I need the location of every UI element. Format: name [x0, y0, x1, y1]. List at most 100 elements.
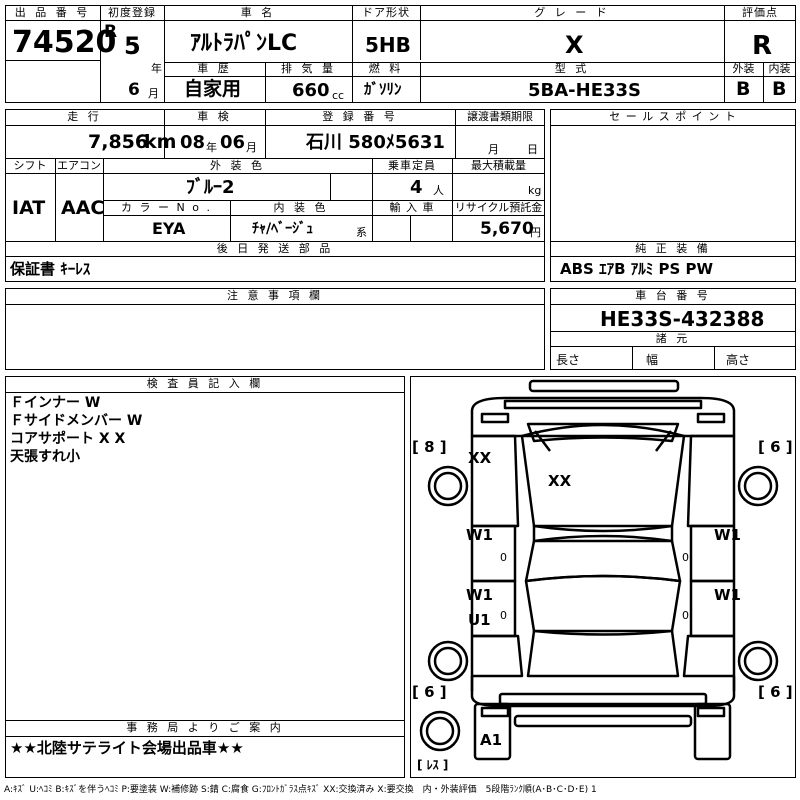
kg-unit: kg — [528, 184, 542, 197]
exterior-label: 外装 — [732, 62, 755, 75]
color-no-label: カ ラ ー N o . — [121, 201, 212, 214]
capacity-value: 4 — [410, 177, 423, 198]
office-note: ★★北陸サテライト会場出品車★★ — [10, 739, 244, 757]
cc-unit: cc — [332, 89, 345, 102]
displacement-label: 排 気 量 — [281, 62, 336, 75]
insp-month-unit: 月 — [246, 141, 257, 154]
shift-label: シフト — [13, 159, 47, 172]
chassis-value: HE33S-432388 — [600, 307, 765, 331]
tag-right-bottom: [ 6 ] — [758, 683, 793, 701]
reg-year-value: 5 — [124, 32, 141, 60]
person-unit: 人 — [433, 184, 444, 197]
mileage-label: 走 行 — [67, 110, 102, 123]
later-parts-value: 保証書 ｷｰﾚｽ — [10, 260, 91, 278]
office-label: 事 務 局 よ り ご 案 内 — [126, 721, 284, 734]
mark-zero-r1: 0 — [682, 551, 689, 564]
max-load-label: 最大積載量 — [471, 159, 526, 172]
recycle-label: リサイクル預託金 — [454, 201, 543, 214]
year-unit: 年 — [151, 62, 162, 75]
int-color-label: 内 装 色 — [273, 201, 329, 214]
reg-no-value: 石川 580ﾒ5631 — [306, 132, 445, 153]
height-label: 高さ — [726, 353, 751, 367]
interior-label: 内装 — [768, 62, 791, 75]
inspector-label: 検 査 員 記 入 欄 — [146, 377, 264, 390]
lot-no-value: 74520 — [12, 25, 117, 60]
interior-value: B — [772, 78, 787, 100]
transfer-day-unit: 日 — [527, 143, 538, 156]
yen-unit: 円 — [530, 226, 541, 239]
aircon-label: エアコン — [57, 159, 101, 172]
month-unit: 月 — [148, 87, 159, 100]
transfer-month-unit: 月 — [488, 143, 499, 156]
caution-label: 注 意 事 項 欄 — [227, 289, 323, 302]
length-label: 長さ — [556, 353, 581, 367]
car-name-label: 車 名 — [240, 6, 276, 19]
mark-zero-l2: 0 — [500, 609, 507, 622]
int-color-value: ﾁｬ/ﾍﾞｰｼﾞｭ — [252, 221, 314, 237]
tag-left-bottom: [ 6 ] — [412, 683, 447, 701]
mark-xx-left: XX — [468, 449, 492, 467]
score-label: 評価点 — [742, 6, 778, 19]
grade-value: X — [565, 31, 584, 59]
chassis-label: 車 台 番 号 — [635, 289, 711, 302]
sales-point-label: セ ー ル ス ポ イ ン ト — [609, 110, 737, 123]
inspector-note-2: Ｆサイドメンバー W — [10, 413, 143, 429]
car-name-value: ｱﾙﾄﾗﾊﾟﾝLC — [190, 31, 298, 56]
legend: A:ｷｽﾞ U:ﾍｺﾐ B:ｷｽﾞを伴うﾍｺﾐ P:要塗装 W:補修跡 S:錆 … — [4, 785, 597, 795]
era-value: R — [104, 22, 118, 42]
recycle-value: 5,670 — [480, 219, 534, 239]
specs-label: 諸 元 — [655, 332, 691, 345]
mark-u1: U1 — [468, 611, 491, 629]
grade-label: グ レ ー ド — [534, 6, 610, 19]
equipment-label: 純 正 装 備 — [635, 242, 711, 255]
reg-no-label: 登 録 番 号 — [322, 110, 398, 123]
door-value: 5HB — [365, 33, 411, 57]
insp-year-value: 08 — [180, 132, 206, 153]
transfer-label: 譲渡書類期限 — [467, 110, 533, 123]
mark-w1-rf: W1 — [714, 526, 741, 544]
tag-bottom: [ ﾚｽ ] — [417, 758, 449, 772]
mileage-value: 7,856 — [88, 131, 149, 153]
insp-month-value: 06 — [220, 132, 246, 153]
later-parts-label: 後 日 発 送 部 品 — [216, 242, 334, 255]
tag-right-top: [ 6 ] — [758, 438, 793, 456]
import-label: 輸 入 車 — [389, 201, 435, 214]
equipment-value: ABS ｴｱB ｱﾙﾐ PS PW — [560, 260, 714, 278]
first-reg-label: 初度登録 — [108, 6, 156, 19]
lot-no-label: 出 品 番 号 — [14, 6, 91, 19]
mark-xx-center: XX — [548, 472, 572, 490]
tag-left-top: [ 8 ] — [412, 438, 447, 456]
inspection-label: 車 検 — [197, 110, 232, 123]
model-label: 型 式 — [554, 62, 590, 75]
car-body-diagram — [419, 379, 779, 761]
aircon-value: AAC — [61, 197, 105, 219]
shift-value: IAT — [12, 197, 46, 219]
insp-year-unit: 年 — [206, 141, 217, 154]
width-label: 幅 — [646, 353, 659, 367]
mark-zero-r2: 0 — [682, 609, 689, 622]
mark-w1-lr: W1 — [466, 586, 493, 604]
ext-color-label: 外 装 色 — [210, 159, 265, 172]
reg-month-value: 6 — [128, 80, 140, 100]
inspector-note-3: コアサポート X X — [10, 431, 126, 447]
km-unit: km — [144, 131, 177, 153]
fuel-label: 燃 料 — [368, 62, 404, 75]
score-value: R — [752, 31, 773, 61]
history-label: 車 歴 — [197, 62, 232, 75]
fuel-value: ｶﾞｿﾘﾝ — [364, 80, 402, 98]
door-label: ドア形状 — [362, 6, 410, 19]
mark-w1-rr: W1 — [714, 586, 741, 604]
capacity-label: 乗車定員 — [388, 159, 436, 172]
displacement-value: 660 — [292, 80, 330, 101]
exterior-value: B — [736, 78, 751, 100]
mark-a1: A1 — [480, 731, 503, 749]
inspector-note-4: 天張すれ小 — [10, 449, 80, 465]
mark-w1-lf: W1 — [466, 526, 493, 544]
history-value: 自家用 — [184, 78, 242, 100]
kei-unit: 系 — [356, 226, 367, 239]
inspector-note-1: Ｆインナー W — [10, 395, 101, 411]
color-no-value: EYA — [152, 219, 186, 238]
model-value: 5BA-HE33S — [528, 80, 642, 101]
mark-zero-l1: 0 — [500, 551, 507, 564]
ext-color-value: ﾌﾞﾙｰ2 — [186, 177, 235, 198]
